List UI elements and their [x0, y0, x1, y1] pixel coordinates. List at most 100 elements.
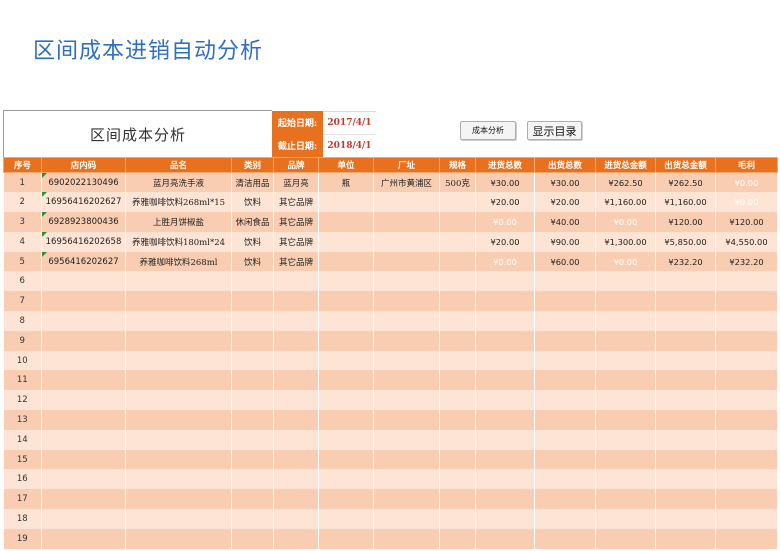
end-date-value[interactable]: 2018/4/1 — [323, 134, 376, 157]
seq-cell[interactable]: 12 — [3, 390, 42, 411]
category-cell[interactable] — [231, 370, 274, 391]
in-qty-cell[interactable]: ¥20.00 — [475, 231, 535, 252]
code-cell[interactable] — [41, 370, 126, 391]
seq-cell[interactable]: 6 — [3, 271, 42, 292]
out-qty-cell[interactable]: ¥60.00 — [534, 251, 596, 272]
in-qty-cell[interactable] — [475, 528, 535, 549]
out-qty-cell[interactable] — [534, 489, 596, 510]
address-cell[interactable] — [373, 212, 440, 232]
gross-profit-cell[interactable] — [715, 291, 778, 312]
category-cell[interactable] — [231, 291, 274, 312]
unit-cell[interactable] — [318, 489, 374, 510]
spec-cell[interactable] — [439, 231, 476, 252]
in-qty-cell[interactable] — [475, 489, 535, 510]
category-cell[interactable] — [231, 469, 274, 490]
code-cell[interactable]: 6902022130496 — [41, 172, 126, 193]
code-cell[interactable]: 16956416202658 — [41, 231, 126, 252]
brand-cell[interactable] — [273, 271, 319, 292]
name-cell[interactable] — [125, 330, 232, 351]
out-amount-cell[interactable]: ¥232.20 — [655, 251, 716, 272]
category-cell[interactable] — [231, 350, 274, 371]
brand-cell[interactable] — [273, 489, 319, 510]
spec-cell[interactable]: 500克 — [439, 172, 476, 193]
address-cell[interactable] — [373, 192, 440, 213]
category-cell[interactable] — [231, 311, 274, 331]
gross-profit-cell[interactable] — [715, 311, 778, 331]
out-qty-cell[interactable] — [534, 291, 596, 312]
seq-cell[interactable]: 8 — [3, 311, 42, 331]
seq-cell[interactable]: 3 — [3, 212, 42, 232]
gross-profit-cell[interactable] — [715, 271, 778, 292]
name-cell[interactable]: 养雅咖啡饮料268ml*15 — [125, 192, 232, 213]
unit-cell[interactable] — [318, 192, 374, 213]
name-cell[interactable] — [125, 291, 232, 312]
in-amount-cell[interactable]: ¥262.50 — [595, 172, 656, 193]
out-amount-cell[interactable] — [655, 330, 716, 351]
name-cell[interactable] — [125, 509, 232, 529]
unit-cell[interactable] — [318, 509, 374, 529]
in-qty-cell[interactable]: ¥0.00 — [475, 251, 535, 272]
category-cell[interactable] — [231, 390, 274, 411]
in-qty-cell[interactable] — [475, 390, 535, 411]
gross-profit-cell[interactable] — [715, 390, 778, 411]
seq-cell[interactable]: 4 — [3, 231, 42, 252]
in-qty-cell[interactable] — [475, 291, 535, 312]
seq-cell[interactable]: 19 — [3, 528, 42, 549]
out-qty-cell[interactable]: ¥90.00 — [534, 231, 596, 252]
start-date-value[interactable]: 2017/4/1 — [323, 111, 376, 134]
out-amount-cell[interactable] — [655, 410, 716, 430]
address-cell[interactable] — [373, 231, 440, 252]
out-amount-cell[interactable] — [655, 350, 716, 371]
out-amount-cell[interactable]: ¥5,850.00 — [655, 231, 716, 252]
code-cell[interactable] — [41, 410, 126, 430]
unit-cell[interactable] — [318, 370, 374, 391]
out-amount-cell[interactable] — [655, 449, 716, 470]
seq-cell[interactable]: 15 — [3, 449, 42, 470]
in-amount-cell[interactable] — [595, 271, 656, 292]
spec-cell[interactable] — [439, 509, 476, 529]
seq-cell[interactable]: 11 — [3, 370, 42, 391]
code-cell[interactable] — [41, 330, 126, 351]
in-qty-cell[interactable] — [475, 330, 535, 351]
spec-cell[interactable] — [439, 251, 476, 272]
code-cell[interactable] — [41, 469, 126, 490]
seq-cell[interactable]: 14 — [3, 429, 42, 450]
unit-cell[interactable] — [318, 251, 374, 272]
out-qty-cell[interactable] — [534, 449, 596, 470]
name-cell[interactable] — [125, 390, 232, 411]
in-amount-cell[interactable] — [595, 350, 656, 371]
name-cell[interactable] — [125, 528, 232, 549]
unit-cell[interactable] — [318, 350, 374, 371]
seq-cell[interactable]: 5 — [3, 251, 42, 272]
spec-cell[interactable] — [439, 291, 476, 312]
in-amount-cell[interactable] — [595, 429, 656, 450]
seq-cell[interactable]: 18 — [3, 509, 42, 529]
spec-cell[interactable] — [439, 410, 476, 430]
code-cell[interactable] — [41, 509, 126, 529]
address-cell[interactable]: 广州市黄浦区 — [373, 172, 440, 193]
spec-cell[interactable] — [439, 311, 476, 331]
out-amount-cell[interactable] — [655, 271, 716, 292]
out-amount-cell[interactable] — [655, 509, 716, 529]
in-amount-cell[interactable] — [595, 390, 656, 411]
in-amount-cell[interactable]: ¥1,300.00 — [595, 231, 656, 252]
category-cell[interactable]: 饮料 — [231, 231, 274, 252]
address-cell[interactable] — [373, 469, 440, 490]
in-amount-cell[interactable]: ¥0.00 — [595, 251, 656, 272]
spec-cell[interactable] — [439, 489, 476, 510]
in-amount-cell[interactable] — [595, 330, 656, 351]
show-menu-button[interactable]: 显示目录 — [527, 121, 582, 140]
out-amount-cell[interactable] — [655, 291, 716, 312]
brand-cell[interactable]: 其它品牌 — [273, 251, 319, 272]
cost-analysis-button[interactable]: 成本分析 — [460, 121, 516, 140]
out-amount-cell[interactable] — [655, 311, 716, 331]
category-cell[interactable] — [231, 449, 274, 470]
out-qty-cell[interactable] — [534, 429, 596, 450]
name-cell[interactable]: 蓝月亮洗手液 — [125, 172, 232, 193]
name-cell[interactable]: 养雅咖啡饮料180ml*24 — [125, 231, 232, 252]
brand-cell[interactable]: 蓝月亮 — [273, 172, 319, 193]
address-cell[interactable] — [373, 330, 440, 351]
out-amount-cell[interactable] — [655, 528, 716, 549]
seq-cell[interactable]: 7 — [3, 291, 42, 312]
category-cell[interactable] — [231, 330, 274, 351]
